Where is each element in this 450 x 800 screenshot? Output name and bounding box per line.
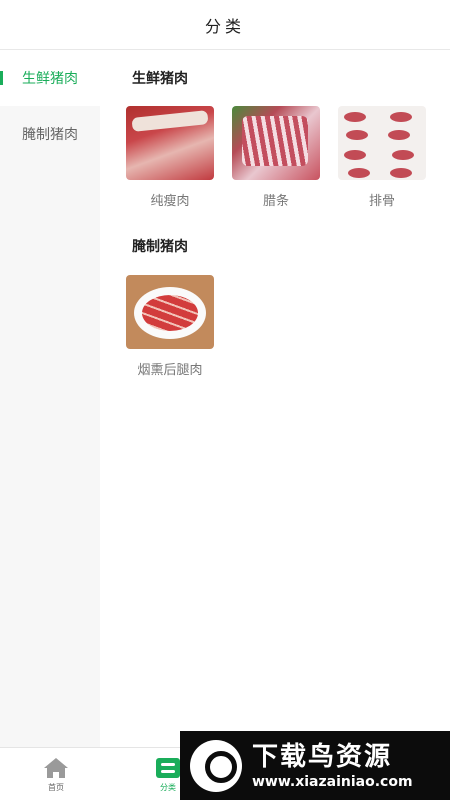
section-title-fresh-pork: 生鲜猪肉 <box>132 71 188 87</box>
product-card-pork-strip[interactable]: 腊条 <box>232 106 320 209</box>
product-label: 排骨 <box>368 194 395 209</box>
category-icon <box>156 758 180 778</box>
bird-logo-icon <box>190 739 242 792</box>
watermark-title: 下载鸟资源 <box>252 741 393 772</box>
category-sidebar: 生鲜猪肉 腌制猪肉 <box>0 50 100 747</box>
product-grid-fresh-pork: 纯瘦肉 腊条 排骨 <box>126 106 426 209</box>
page-title: 分类 <box>204 16 245 36</box>
home-icon <box>44 758 68 778</box>
product-list-panel: 生鲜猪肉 纯瘦肉 腊条 排骨 腌制猪肉 烟熏后腿肉 <box>100 50 450 747</box>
top-nav-bar: 分类 <box>0 0 450 50</box>
product-grid-cured-pork: 烟熏后腿肉 <box>126 275 214 378</box>
tab-category-label: 分类 <box>160 783 176 792</box>
product-card-spare-ribs[interactable]: 排骨 <box>338 106 426 209</box>
product-label: 腊条 <box>262 194 289 209</box>
sidebar-item-fresh-pork[interactable]: 生鲜猪肉 <box>0 50 100 106</box>
section-title-cured-pork: 腌制猪肉 <box>132 239 188 255</box>
product-card-smoked-ham[interactable]: 烟熏后腿肉 <box>126 275 214 378</box>
spare-ribs-image <box>338 106 426 180</box>
lean-pork-image <box>126 106 214 180</box>
tab-home[interactable]: 首页 <box>0 748 112 800</box>
watermark-url: www.xiazainiao.com <box>252 773 413 790</box>
pork-strip-image <box>232 106 320 180</box>
sidebar-item-cured-pork[interactable]: 腌制猪肉 <box>0 106 100 162</box>
smoked-ham-image <box>126 275 214 349</box>
site-watermark: 下载鸟资源 www.xiazainiao.com <box>180 731 450 800</box>
product-label: 烟熏后腿肉 <box>137 363 203 378</box>
tab-home-label: 首页 <box>48 783 64 792</box>
product-card-lean-pork[interactable]: 纯瘦肉 <box>126 106 214 209</box>
product-label: 纯瘦肉 <box>150 194 190 209</box>
